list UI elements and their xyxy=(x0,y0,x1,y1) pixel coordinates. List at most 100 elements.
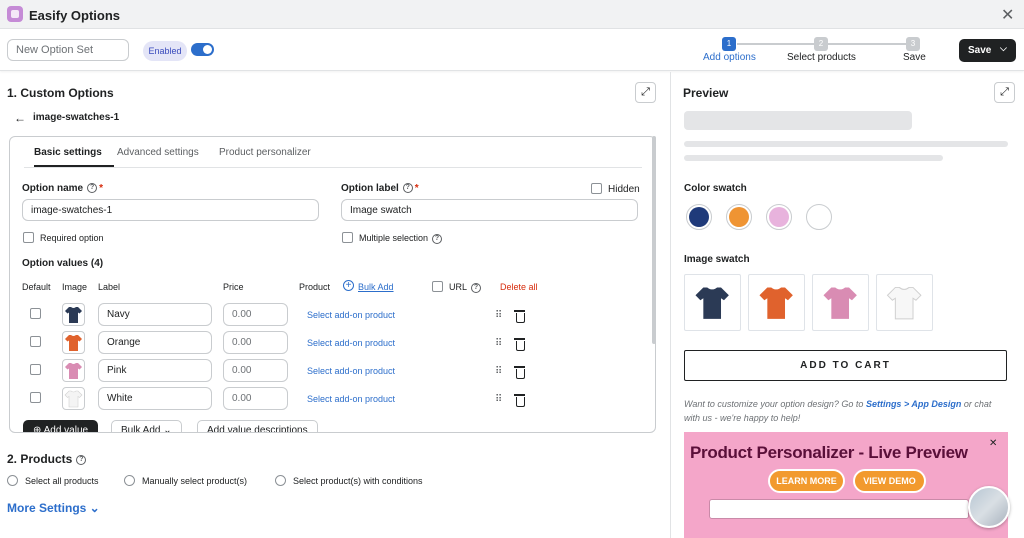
url-checkbox[interactable] xyxy=(432,281,443,292)
color-swatch-pink[interactable] xyxy=(766,204,792,230)
option-name-label: Option name? * xyxy=(22,183,104,194)
select-addon-link[interactable]: Select add-on product xyxy=(307,366,395,376)
close-icon[interactable]: ✕ xyxy=(1001,5,1014,25)
tab-product-personalizer[interactable]: Product personalizer xyxy=(219,147,311,158)
trash-icon[interactable] xyxy=(514,366,525,379)
drag-handle-icon[interactable]: ⠿ xyxy=(495,338,502,349)
customize-note: Want to customize your option design? Go… xyxy=(684,399,992,423)
help-icon[interactable]: ? xyxy=(76,454,87,465)
select-addon-link[interactable]: Select add-on product xyxy=(307,394,395,404)
save-button[interactable]: Save ⌵ xyxy=(959,39,1016,62)
tshirt-icon xyxy=(886,286,922,320)
value-label-input[interactable] xyxy=(98,359,212,382)
required-checkbox[interactable] xyxy=(23,232,34,243)
trash-icon[interactable] xyxy=(514,310,525,323)
tshirt-icon xyxy=(65,363,82,379)
select-addon-link[interactable]: Select add-on product xyxy=(307,338,395,348)
tab-advanced-settings[interactable]: Advanced settings xyxy=(117,147,199,158)
help-icon[interactable]: ? xyxy=(87,183,98,194)
image-swatch-white[interactable] xyxy=(876,274,933,331)
option-card: Basic settings Advanced settings Product… xyxy=(9,136,656,433)
option-values-heading: Option values (4) xyxy=(22,258,104,269)
back-arrow-icon[interactable]: ← xyxy=(14,111,26,125)
scrollbar[interactable] xyxy=(652,136,656,344)
step-connector xyxy=(737,43,814,45)
help-icon[interactable]: ? xyxy=(402,183,413,194)
more-settings-link[interactable]: More Settings ⌄ xyxy=(7,501,100,515)
value-label-input[interactable] xyxy=(98,331,212,354)
expand-icon[interactable]: ⤢ xyxy=(635,82,656,103)
column-image: Image xyxy=(62,282,88,292)
drag-handle-icon[interactable]: ⠿ xyxy=(495,310,502,321)
option-label-label: Option label? * xyxy=(341,183,419,194)
price-input[interactable] xyxy=(223,387,288,410)
preview-heading: Preview xyxy=(683,86,729,100)
step-1-label[interactable]: Add options xyxy=(703,52,756,63)
step-3-label[interactable]: Save xyxy=(903,52,926,63)
default-checkbox[interactable] xyxy=(30,392,41,403)
step-1-number[interactable]: 1 xyxy=(722,37,736,51)
step-2-number[interactable]: 2 xyxy=(814,37,828,51)
default-checkbox[interactable] xyxy=(30,308,41,319)
pane-divider xyxy=(670,72,671,538)
column-price: Price xyxy=(223,282,244,292)
plus-circle-icon[interactable]: + xyxy=(343,280,354,291)
add-value-button[interactable]: ⊕ Add value xyxy=(23,420,99,432)
radio-manual-products-label: Manually select product(s) xyxy=(142,476,248,486)
app-design-link[interactable]: Settings > App Design xyxy=(866,399,961,409)
skeleton-line xyxy=(684,141,1008,147)
swatch-image-thumb[interactable] xyxy=(62,387,85,410)
swatch-image-thumb[interactable] xyxy=(62,331,85,354)
radio-all-products[interactable] xyxy=(7,475,18,486)
bulk-add-link[interactable]: Bulk Add xyxy=(358,282,394,292)
step-3-number[interactable]: 3 xyxy=(906,37,920,51)
option-name-input[interactable] xyxy=(22,199,319,221)
view-demo-button[interactable]: VIEW DEMO xyxy=(853,469,926,493)
default-checkbox[interactable] xyxy=(30,336,41,347)
chevron-down-icon[interactable]: ⌵ xyxy=(1000,43,1007,54)
color-swatch-orange[interactable] xyxy=(726,204,752,230)
value-label-input[interactable] xyxy=(98,303,212,326)
radio-manual-products[interactable] xyxy=(124,475,135,486)
expand-icon[interactable]: ⤢ xyxy=(994,82,1015,103)
trash-icon[interactable] xyxy=(514,338,525,351)
enabled-toggle[interactable] xyxy=(191,43,214,56)
title-bar: Easify Options ✕ xyxy=(0,0,1024,29)
select-addon-link[interactable]: Select add-on product xyxy=(307,310,395,320)
learn-more-button[interactable]: LEARN MORE xyxy=(768,469,845,493)
color-swatch-white[interactable] xyxy=(806,204,832,230)
bulk-add-button[interactable]: Bulk Add ⌄ xyxy=(111,420,182,432)
radio-conditional-products[interactable] xyxy=(275,475,286,486)
trash-icon[interactable] xyxy=(514,394,525,407)
price-input[interactable] xyxy=(223,303,288,326)
enabled-badge: Enabled xyxy=(143,41,187,61)
promo-banner: Product Personalizer - Live Preview ✕ LE… xyxy=(684,432,1008,538)
drag-handle-icon[interactable]: ⠿ xyxy=(495,394,502,405)
swatch-image-thumb[interactable] xyxy=(62,303,85,326)
swatch-image-thumb[interactable] xyxy=(62,359,85,382)
skeleton-line xyxy=(684,155,943,161)
image-swatch-navy[interactable] xyxy=(684,274,741,331)
image-swatch-orange[interactable] xyxy=(748,274,805,331)
multiple-selection-checkbox[interactable] xyxy=(342,232,353,243)
chat-avatar[interactable] xyxy=(968,486,1010,528)
option-label-input[interactable] xyxy=(341,199,638,221)
price-input[interactable] xyxy=(223,359,288,382)
help-icon[interactable]: ? xyxy=(471,282,482,293)
price-input[interactable] xyxy=(223,331,288,354)
image-swatch-pink[interactable] xyxy=(812,274,869,331)
step-2-label[interactable]: Select products xyxy=(787,52,856,63)
tab-basic-settings[interactable]: Basic settings xyxy=(34,147,102,158)
hidden-checkbox[interactable] xyxy=(591,183,602,194)
drag-handle-icon[interactable]: ⠿ xyxy=(495,366,502,377)
add-value-descriptions-button[interactable]: Add value descriptions xyxy=(197,420,318,432)
close-icon[interactable]: ✕ xyxy=(989,438,997,449)
option-set-name-input[interactable] xyxy=(7,39,129,61)
add-to-cart-button[interactable]: ADD TO CART xyxy=(684,350,1007,381)
color-swatch-navy[interactable] xyxy=(686,204,712,230)
help-icon[interactable]: ? xyxy=(432,233,443,244)
app-logo-icon xyxy=(7,6,23,22)
value-label-input[interactable] xyxy=(98,387,212,410)
default-checkbox[interactable] xyxy=(30,364,41,375)
delete-all-link[interactable]: Delete all xyxy=(500,282,538,292)
